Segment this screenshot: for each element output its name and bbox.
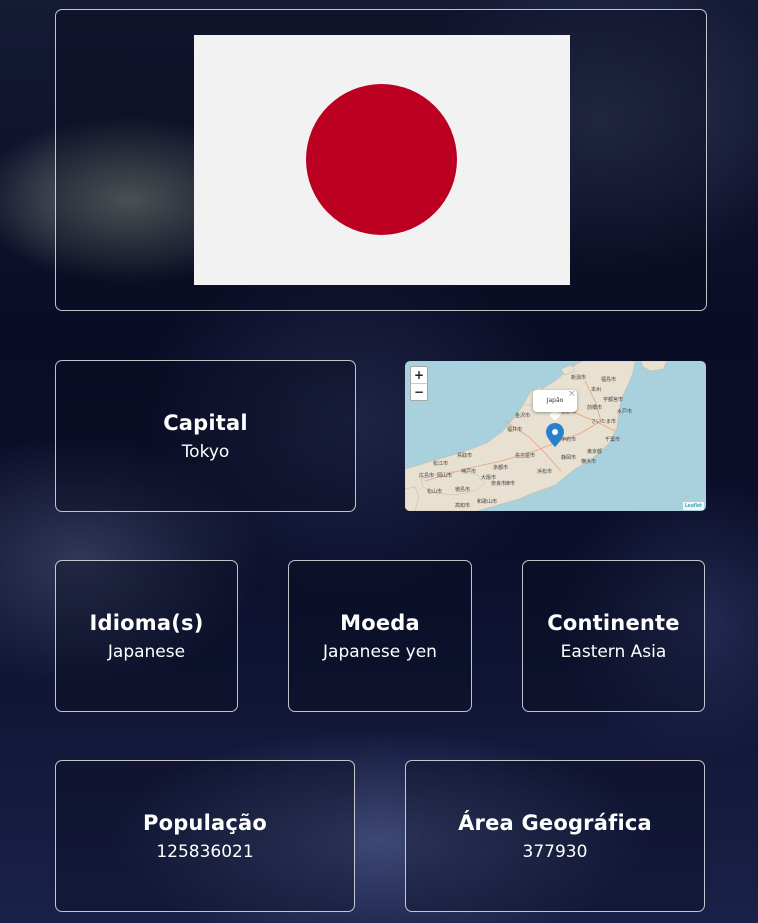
map-label-hiroshima: 広島市 <box>419 472 434 479</box>
currency-title: Moeda <box>340 610 420 635</box>
currency-value: Japanese yen <box>323 641 437 662</box>
map-label-honshu: 本州 <box>591 386 601 393</box>
map-label-kochi: 高知市 <box>455 502 470 509</box>
map-label-matsue: 松江市 <box>433 460 448 467</box>
map-label-tokyo: 東京都 <box>587 448 602 455</box>
population-value: 125836021 <box>156 841 254 862</box>
language-title: Idioma(s) <box>89 610 204 635</box>
map-label-osaka: 大阪市 <box>481 474 496 481</box>
map-label-tsu: 津市 <box>505 480 515 487</box>
map-label-maebashi: 前橋市 <box>587 404 602 411</box>
map-label-hamamatsu: 浜松市 <box>537 468 552 475</box>
map-label-matsuyama: 松山市 <box>427 488 442 495</box>
map-label-saitama: さいたま市 <box>591 418 616 425</box>
currency-card: Moeda Japanese yen <box>288 560 472 712</box>
map-label-kobe: 神戸市 <box>461 468 476 475</box>
map-label-nara: 奈良市 <box>491 480 506 487</box>
map-label-utsunomiya: 宇都宮市 <box>603 396 623 403</box>
map-label-tottori: 鳥取市 <box>457 452 472 459</box>
area-value: 377930 <box>522 841 588 862</box>
continent-card: Continente Eastern Asia <box>522 560 705 712</box>
zoom-in-button[interactable]: + <box>411 367 427 383</box>
map-label-okayama: 岡山市 <box>437 472 452 479</box>
flag-card <box>55 9 707 311</box>
map-marker-center <box>552 429 558 435</box>
map-zoom-control: + − <box>410 366 428 401</box>
map-label-yokohama: 横浜市 <box>581 458 596 465</box>
map-label-kyoto: 京都市 <box>493 464 508 471</box>
map-label-fukui: 福井市 <box>507 426 522 433</box>
continent-value: Eastern Asia <box>560 641 667 662</box>
zoom-out-button[interactable]: − <box>411 383 427 400</box>
country-map[interactable]: 本州 福井市 金沢市 長野市 前橋市 宇都宮市 水戸市 さいたま市 東京都 名古… <box>405 361 706 511</box>
map-attribution[interactable]: Leaflet <box>682 502 704 510</box>
hokkaido-landmass <box>640 361 668 372</box>
map-label-wakayama: 和歌山市 <box>477 498 497 505</box>
area-card: Área Geográfica 377930 <box>405 760 705 912</box>
map-tiles[interactable]: 本州 福井市 金沢市 長野市 前橋市 宇都宮市 水戸市 さいたま市 東京都 名古… <box>405 361 706 511</box>
capital-value: Tokyo <box>181 441 230 462</box>
map-label-tokushima: 徳島市 <box>455 486 470 493</box>
language-card: Idioma(s) Japanese <box>55 560 238 712</box>
language-value: Japanese <box>107 641 186 662</box>
map-label-shizuoka: 静岡市 <box>561 454 576 461</box>
area-title: Área Geográfica <box>458 810 652 835</box>
capital-title: Capital <box>163 410 248 435</box>
capital-card: Capital Tokyo <box>55 360 356 512</box>
map-label-kofu: 甲府市 <box>561 436 576 443</box>
population-title: População <box>142 810 268 835</box>
map-label-mito: 水戸市 <box>617 408 632 415</box>
japan-flag <box>194 35 570 285</box>
map-label-fukushima: 福島市 <box>601 376 616 383</box>
flag-red-disc <box>306 84 457 235</box>
map-label-nagoya: 名古屋市 <box>515 452 535 459</box>
map-label-niigata: 新潟市 <box>571 374 586 381</box>
continent-title: Continente <box>547 610 680 635</box>
population-card: População 125836021 <box>55 760 355 912</box>
popup-close-icon[interactable]: × <box>568 389 576 399</box>
map-label-chiba: 千葉市 <box>605 436 620 443</box>
map-label-kanazawa: 金沢市 <box>515 412 530 419</box>
